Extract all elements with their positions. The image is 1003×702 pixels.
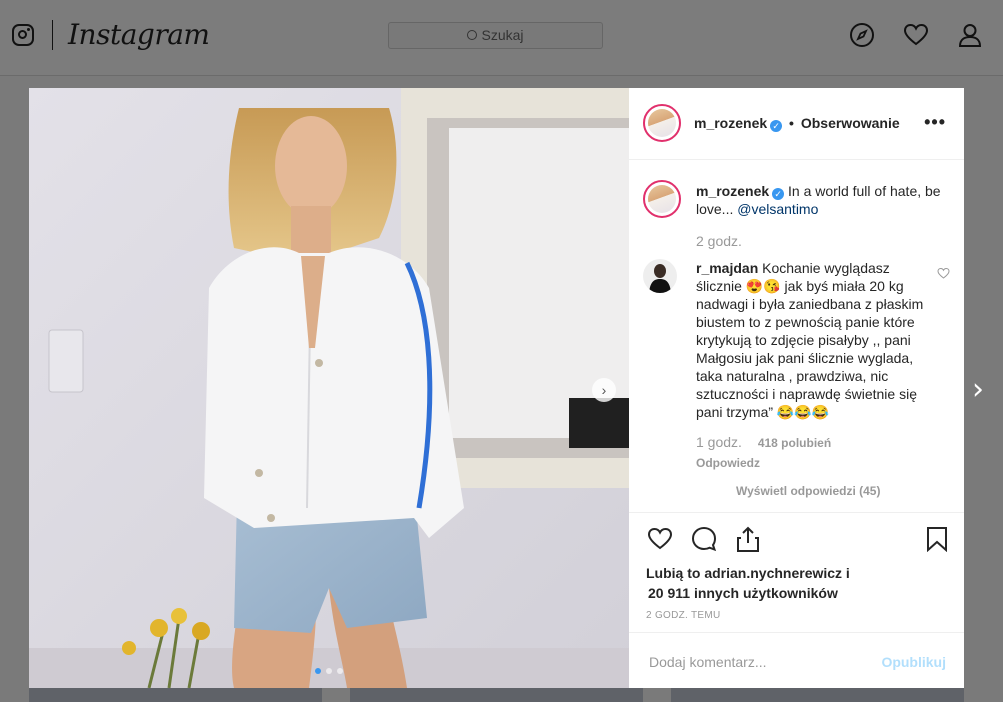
carousel-dot [315, 668, 321, 674]
comment-author[interactable]: r_majdan [696, 260, 758, 276]
search-icon [467, 30, 478, 41]
verified-badge-icon: ✓ [772, 188, 785, 200]
caption-time[interactable]: 2 godz. [696, 232, 954, 250]
verified-badge-icon: ✓ [770, 120, 783, 132]
post-caption: m_rozenek ✓ In a world full of hate, be l… [696, 182, 954, 250]
caption-mention-link[interactable]: @velsantimo [737, 201, 818, 217]
post-image [29, 88, 629, 688]
search-placeholder: Szukaj [481, 27, 524, 43]
comment-item: r_majdan Kochanie wyglądasz ślicznie 😍😘 … [696, 259, 926, 500]
comment-time[interactable]: 1 godz. [696, 434, 742, 450]
author-username[interactable]: m_rozenek [694, 115, 767, 131]
comments-list[interactable]: m_rozenek ✓ In a world full of hate, be l… [629, 160, 964, 512]
publish-button[interactable]: Opublikuj [881, 654, 946, 670]
likes-line-2: 20 911 innych użytkowników [648, 585, 838, 601]
like-heart-icon[interactable] [647, 526, 673, 552]
post-photo[interactable] [29, 88, 629, 688]
author-avatar[interactable] [643, 104, 681, 142]
explore-compass-icon[interactable] [849, 22, 875, 48]
carousel-dot [326, 668, 332, 674]
post-header: m_rozenek ✓ • Obserwowanie ••• [629, 88, 964, 160]
comment-input[interactable] [647, 649, 871, 675]
comment-likes[interactable]: 418 polubień [758, 436, 831, 450]
grid-thumbnail[interactable] [671, 688, 964, 702]
more-options-button[interactable]: ••• [924, 112, 946, 133]
add-comment-form: Opublikuj [629, 632, 964, 689]
separator-dot: • [789, 115, 794, 131]
likes-line-1: Lubią to adrian.nychnerewicz i [646, 565, 850, 581]
comment-text: Kochanie wyglądasz ślicznie 😍😘 jak byś m… [696, 260, 924, 420]
commenter-avatar[interactable] [643, 259, 677, 293]
activity-heart-icon[interactable] [903, 22, 929, 48]
top-navigation-bar: Instagram Szukaj [0, 0, 1003, 76]
post-header-meta: m_rozenek ✓ • Obserwowanie [694, 115, 900, 132]
view-replies-button[interactable]: Wyświetl odpowiedzi (45) [736, 482, 926, 500]
next-post-arrow[interactable]: › [972, 372, 984, 407]
comment-like-icon[interactable] [937, 267, 950, 279]
grid-thumbnail[interactable] [29, 688, 322, 702]
post-actions: Lubią to adrian.nychnerewicz i 20 911 in… [629, 512, 964, 633]
instagram-camera-icon[interactable] [12, 24, 34, 46]
carousel-dots [315, 668, 345, 674]
post-timestamp[interactable]: 2 GODZ. TEMU [646, 610, 721, 621]
caption-author-avatar[interactable] [643, 180, 681, 218]
share-icon[interactable] [735, 525, 761, 553]
carousel-next-button[interactable]: › [592, 378, 616, 402]
carousel-dot [337, 668, 343, 674]
grid-thumbnail[interactable] [350, 688, 643, 702]
caption-author[interactable]: m_rozenek [696, 183, 769, 199]
comment-meta: 1 godz. 418 polubień [696, 433, 926, 452]
save-bookmark-icon[interactable] [926, 526, 948, 552]
logo-divider [52, 20, 53, 50]
post-detail-panel: m_rozenek ✓ • Obserwowanie ••• m_rozenek ✓… [629, 88, 964, 688]
instagram-wordmark[interactable]: Instagram [68, 18, 210, 51]
search-box[interactable]: Szukaj [388, 22, 603, 49]
likes-summary[interactable]: Lubią to adrian.nychnerewicz i 20 911 in… [646, 563, 850, 603]
comment-bubble-icon[interactable] [691, 526, 717, 552]
profile-icon[interactable] [957, 22, 983, 48]
reply-button[interactable]: Odpowiedz [696, 454, 926, 472]
follow-status-button[interactable]: Obserwowanie [801, 115, 900, 131]
